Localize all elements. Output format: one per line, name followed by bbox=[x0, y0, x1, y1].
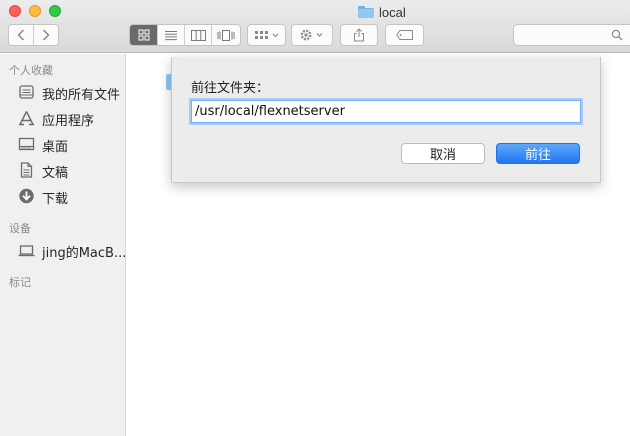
view-mode-control bbox=[129, 24, 241, 46]
arrange-button[interactable] bbox=[247, 24, 286, 46]
icon-view-button[interactable] bbox=[130, 25, 158, 45]
cancel-button[interactable]: 取消 bbox=[401, 143, 485, 164]
sidebar-section-devices: 设备 bbox=[9, 222, 31, 235]
sidebar: 个人收藏 我的所有文件 应用程序 桌面 文稿 下载 设备 jing的MacB..… bbox=[0, 54, 126, 436]
window-title-text: local bbox=[379, 4, 406, 20]
cover-flow-icon bbox=[217, 29, 235, 41]
gear-icon bbox=[300, 29, 323, 41]
downloads-icon bbox=[19, 188, 34, 204]
forward-icon bbox=[42, 29, 50, 41]
cover-flow-button[interactable] bbox=[212, 25, 240, 45]
desktop-icon bbox=[18, 137, 35, 151]
search-field[interactable] bbox=[513, 24, 630, 46]
window-title: local bbox=[358, 3, 406, 21]
share-button[interactable] bbox=[340, 24, 378, 46]
sidebar-section-tags: 标记 bbox=[9, 276, 31, 289]
applications-icon bbox=[19, 111, 34, 126]
navigation-buttons bbox=[8, 24, 59, 46]
sidebar-item-label: jing的MacB... bbox=[42, 246, 127, 261]
sidebar-item-desktop[interactable]: 桌面 bbox=[0, 132, 125, 156]
sidebar-section-favorites: 个人收藏 bbox=[9, 64, 53, 77]
sidebar-item-applications[interactable]: 应用程序 bbox=[0, 106, 125, 130]
documents-icon bbox=[20, 162, 33, 178]
search-icon bbox=[611, 29, 623, 41]
minimize-window-button[interactable] bbox=[29, 5, 41, 17]
go-to-folder-dialog: 前往文件夹： 取消 前往 bbox=[171, 57, 601, 183]
folder-icon bbox=[358, 6, 374, 18]
sidebar-item-label: 文稿 bbox=[42, 166, 69, 181]
column-view-icon bbox=[190, 29, 206, 41]
folder-path-input[interactable] bbox=[191, 100, 581, 123]
forward-button[interactable] bbox=[34, 25, 58, 45]
sidebar-item-label: 我的所有文件 bbox=[42, 88, 121, 103]
sidebar-item-macbook[interactable]: jing的MacB... bbox=[0, 238, 127, 262]
sidebar-item-label: 下载 bbox=[42, 192, 69, 207]
go-button[interactable]: 前往 bbox=[496, 143, 580, 164]
laptop-icon bbox=[18, 245, 35, 257]
list-view-icon bbox=[165, 30, 177, 40]
zoom-window-button[interactable] bbox=[49, 5, 61, 17]
all-files-icon bbox=[19, 85, 34, 99]
back-icon bbox=[17, 29, 25, 41]
sidebar-item-downloads[interactable]: 下载 bbox=[0, 184, 125, 208]
sidebar-item-documents[interactable]: 文稿 bbox=[0, 158, 125, 182]
share-icon bbox=[354, 28, 364, 42]
sidebar-item-label: 应用程序 bbox=[42, 114, 95, 129]
toolbar: local bbox=[0, 0, 630, 53]
sidebar-item-all-files[interactable]: 我的所有文件 bbox=[0, 80, 125, 104]
action-button[interactable] bbox=[291, 24, 333, 46]
column-view-button[interactable] bbox=[185, 25, 212, 45]
tag-icon bbox=[395, 30, 413, 40]
sidebar-item-label: 桌面 bbox=[42, 140, 69, 155]
group-icon bbox=[254, 31, 278, 39]
tag-button[interactable] bbox=[385, 24, 424, 46]
close-window-button[interactable] bbox=[9, 5, 21, 17]
list-view-button[interactable] bbox=[158, 25, 185, 45]
icon-view-icon bbox=[138, 29, 149, 41]
dialog-prompt-label: 前往文件夹： bbox=[191, 81, 270, 96]
back-button[interactable] bbox=[9, 25, 34, 45]
finder-window: local 个人收藏 我的所有文件 应用程序 桌面 文稿 下载 设备 jing的… bbox=[0, 0, 630, 436]
